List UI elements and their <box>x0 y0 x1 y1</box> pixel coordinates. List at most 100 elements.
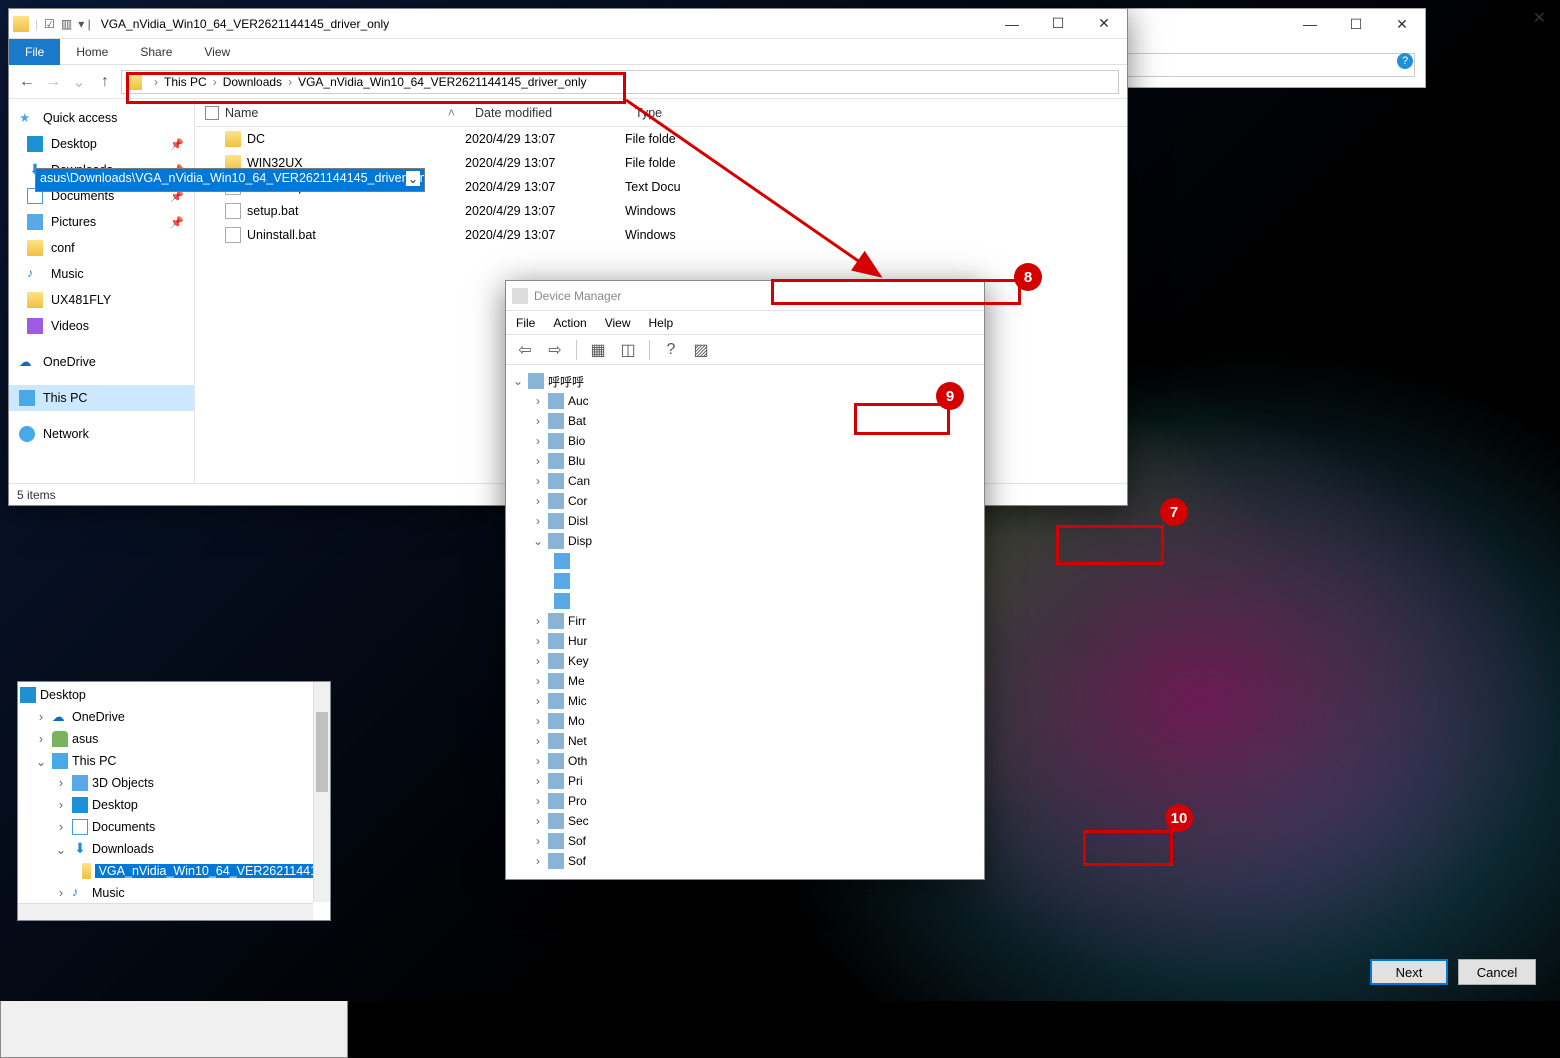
toolbar-btn[interactable]: ▨ <box>688 338 714 362</box>
device-category[interactable]: ›Key <box>510 651 984 671</box>
expand-icon[interactable]: › <box>54 820 68 834</box>
expand-icon[interactable]: › <box>532 674 544 688</box>
toolbar-btn[interactable]: ▦ <box>585 338 611 362</box>
share-tab[interactable]: Share <box>124 40 188 64</box>
expand-icon[interactable]: › <box>532 734 544 748</box>
forward-icon[interactable]: ⇨ <box>542 338 568 362</box>
device-category[interactable]: ›Cor <box>510 491 984 511</box>
device-category[interactable]: ›Sof <box>510 851 984 871</box>
expand-icon[interactable]: › <box>532 714 544 728</box>
recent-locations[interactable]: ⌄ <box>69 72 89 92</box>
device-tree[interactable]: ⌄呼呼呼 ›Auc›Bat›Bio›Blu›Can›Cor›Disl⌄Disp›… <box>506 365 984 877</box>
collapse-icon[interactable]: ⌄ <box>34 754 48 769</box>
close-button[interactable]: ✕ <box>1379 9 1425 39</box>
devmgr-titlebar[interactable]: Device Manager <box>506 281 984 311</box>
device-category[interactable]: ›Bat <box>510 411 984 431</box>
nav-onedrive[interactable]: ☁OneDrive <box>9 349 194 375</box>
expand-icon[interactable]: › <box>532 414 544 428</box>
device-category[interactable]: ›Pro <box>510 791 984 811</box>
minimize-button[interactable]: — <box>989 9 1035 39</box>
expand-icon[interactable]: › <box>532 474 544 488</box>
col-date[interactable]: Date modified <box>465 106 625 120</box>
maximize-button[interactable]: ☐ <box>1333 9 1379 39</box>
breadcrumb-thispc[interactable]: This PC <box>164 75 207 89</box>
file-row[interactable]: Uninstall.bat2020/4/29 13:07Windows <box>195 223 1127 247</box>
device-category[interactable]: ›Disl <box>510 511 984 531</box>
expand-icon[interactable]: › <box>532 454 544 468</box>
view-tab[interactable]: View <box>188 40 246 64</box>
up-button[interactable]: ↑ <box>95 73 115 91</box>
vertical-scrollbar[interactable] <box>313 682 330 902</box>
expand-icon[interactable]: › <box>532 394 544 408</box>
device-item[interactable] <box>510 551 984 571</box>
root-node[interactable]: 呼呼呼 <box>548 373 584 390</box>
expand-icon[interactable]: › <box>532 694 544 708</box>
expand-icon[interactable]: › <box>532 774 544 788</box>
file-row[interactable]: setup.bat2020/4/29 13:07Windows <box>195 199 1127 223</box>
device-item[interactable] <box>510 571 984 591</box>
device-item[interactable] <box>510 591 984 611</box>
menu-view[interactable]: View <box>605 316 631 330</box>
expand-icon[interactable]: › <box>532 854 544 868</box>
expand-icon[interactable]: › <box>532 834 544 848</box>
device-category[interactable]: ›Sec <box>510 811 984 831</box>
chevron-right-icon[interactable]: › <box>207 75 223 89</box>
device-category[interactable]: ⌄Disp <box>510 531 984 551</box>
expand-icon[interactable]: › <box>532 434 544 448</box>
horizontal-scrollbar[interactable] <box>18 903 313 920</box>
minimize-button[interactable]: — <box>1287 9 1333 39</box>
device-category[interactable]: ›Oth <box>510 751 984 771</box>
nav-conf[interactable]: conf <box>9 235 194 261</box>
close-button[interactable]: ✕ <box>1081 9 1127 39</box>
close-button[interactable]: ✕ <box>1533 8 1546 28</box>
back-icon[interactable]: ⇦ <box>512 338 538 362</box>
expand-icon[interactable]: › <box>34 732 48 746</box>
back-button[interactable]: ← <box>17 73 37 91</box>
device-category[interactable]: ›Pri <box>510 771 984 791</box>
nav-network[interactable]: Network <box>9 421 194 447</box>
nav-music[interactable]: ♪Music <box>9 261 194 287</box>
select-all-checkbox[interactable] <box>205 106 219 120</box>
expand-icon[interactable]: › <box>54 776 68 790</box>
expand-icon[interactable]: › <box>532 814 544 828</box>
collapse-icon[interactable]: ⌄ <box>512 374 524 388</box>
device-category[interactable]: ›Hur <box>510 631 984 651</box>
file-tab[interactable]: File <box>9 39 60 65</box>
toolbar-btn[interactable]: ◫ <box>615 338 641 362</box>
expand-icon[interactable]: › <box>532 754 544 768</box>
home-tab[interactable]: Home <box>60 40 124 64</box>
chevron-right-icon[interactable]: › <box>148 75 164 89</box>
next-button[interactable]: Next <box>1370 959 1448 985</box>
expand-icon[interactable]: › <box>34 710 48 724</box>
expand-icon[interactable]: › <box>532 634 544 648</box>
col-name[interactable]: Name <box>225 106 258 120</box>
menu-help[interactable]: Help <box>649 316 674 330</box>
nav-thispc[interactable]: This PC <box>9 385 194 411</box>
chevron-right-icon[interactable]: › <box>282 75 298 89</box>
path-combobox[interactable]: asus\Downloads\VGA_nVidia_Win10_64_VER26… <box>35 168 425 192</box>
qat-item[interactable]: ▥ <box>61 17 72 31</box>
expand-icon[interactable]: › <box>532 514 544 528</box>
device-category[interactable]: ›Auc <box>510 391 984 411</box>
column-headers[interactable]: Name˄ Date modified Type <box>195 99 1127 127</box>
expand-icon[interactable]: › <box>532 494 544 508</box>
device-category[interactable]: ›Sof <box>510 831 984 851</box>
device-category[interactable]: ›Firr <box>510 611 984 631</box>
cancel-button[interactable]: Cancel <box>1458 959 1536 985</box>
col-type[interactable]: Type <box>625 106 745 120</box>
expand-icon[interactable]: › <box>54 798 68 812</box>
nav-desktop[interactable]: Desktop📌 <box>9 131 194 157</box>
qat-check-icon[interactable]: ☑ <box>44 17 55 31</box>
breadcrumb-downloads[interactable]: Downloads <box>223 75 282 89</box>
explorer-titlebar[interactable]: | ☑ ▥ ▾ | VGA_nVidia_Win10_64_VER2621144… <box>9 9 1127 39</box>
device-category[interactable]: ›Me <box>510 671 984 691</box>
device-category[interactable]: ›Can <box>510 471 984 491</box>
expand-icon[interactable]: › <box>532 654 544 668</box>
qat-dropdown-icon[interactable]: ▾ | <box>78 17 90 31</box>
selected-folder[interactable]: VGA_nVidia_Win10_64_VER262114414 <box>95 864 328 878</box>
maximize-button[interactable]: ☐ <box>1035 9 1081 39</box>
folder-tree[interactable]: Desktop ›☁OneDrive ›asus ⌄This PC ›3D Ob… <box>17 681 331 921</box>
menu-action[interactable]: Action <box>553 316 586 330</box>
collapse-icon[interactable]: ⌄ <box>54 842 68 857</box>
expand-icon[interactable]: › <box>532 614 544 628</box>
